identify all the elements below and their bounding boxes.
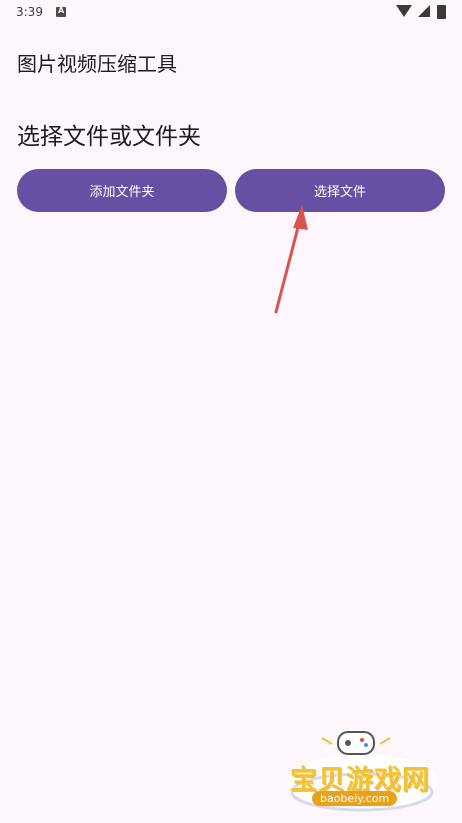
app-title: 图片视频压缩工具 [17,52,177,76]
status-time: 3:39 [16,5,43,19]
signal-icon [418,5,430,17]
annotation-arrow-shaft [274,210,304,314]
battery-icon [437,5,446,19]
watermark: 宝贝游戏网 baobeiy.com [282,720,442,815]
add-folder-button[interactable]: 添加文件夹 [17,169,227,212]
select-file-button[interactable]: 选择文件 [235,169,445,212]
notification-a-icon [56,6,66,17]
section-heading: 选择文件或文件夹 [17,124,201,150]
watermark-domain: baobeiy.com [312,791,398,806]
status-bar: 3:39 [0,0,462,26]
wifi-icon [396,5,412,17]
